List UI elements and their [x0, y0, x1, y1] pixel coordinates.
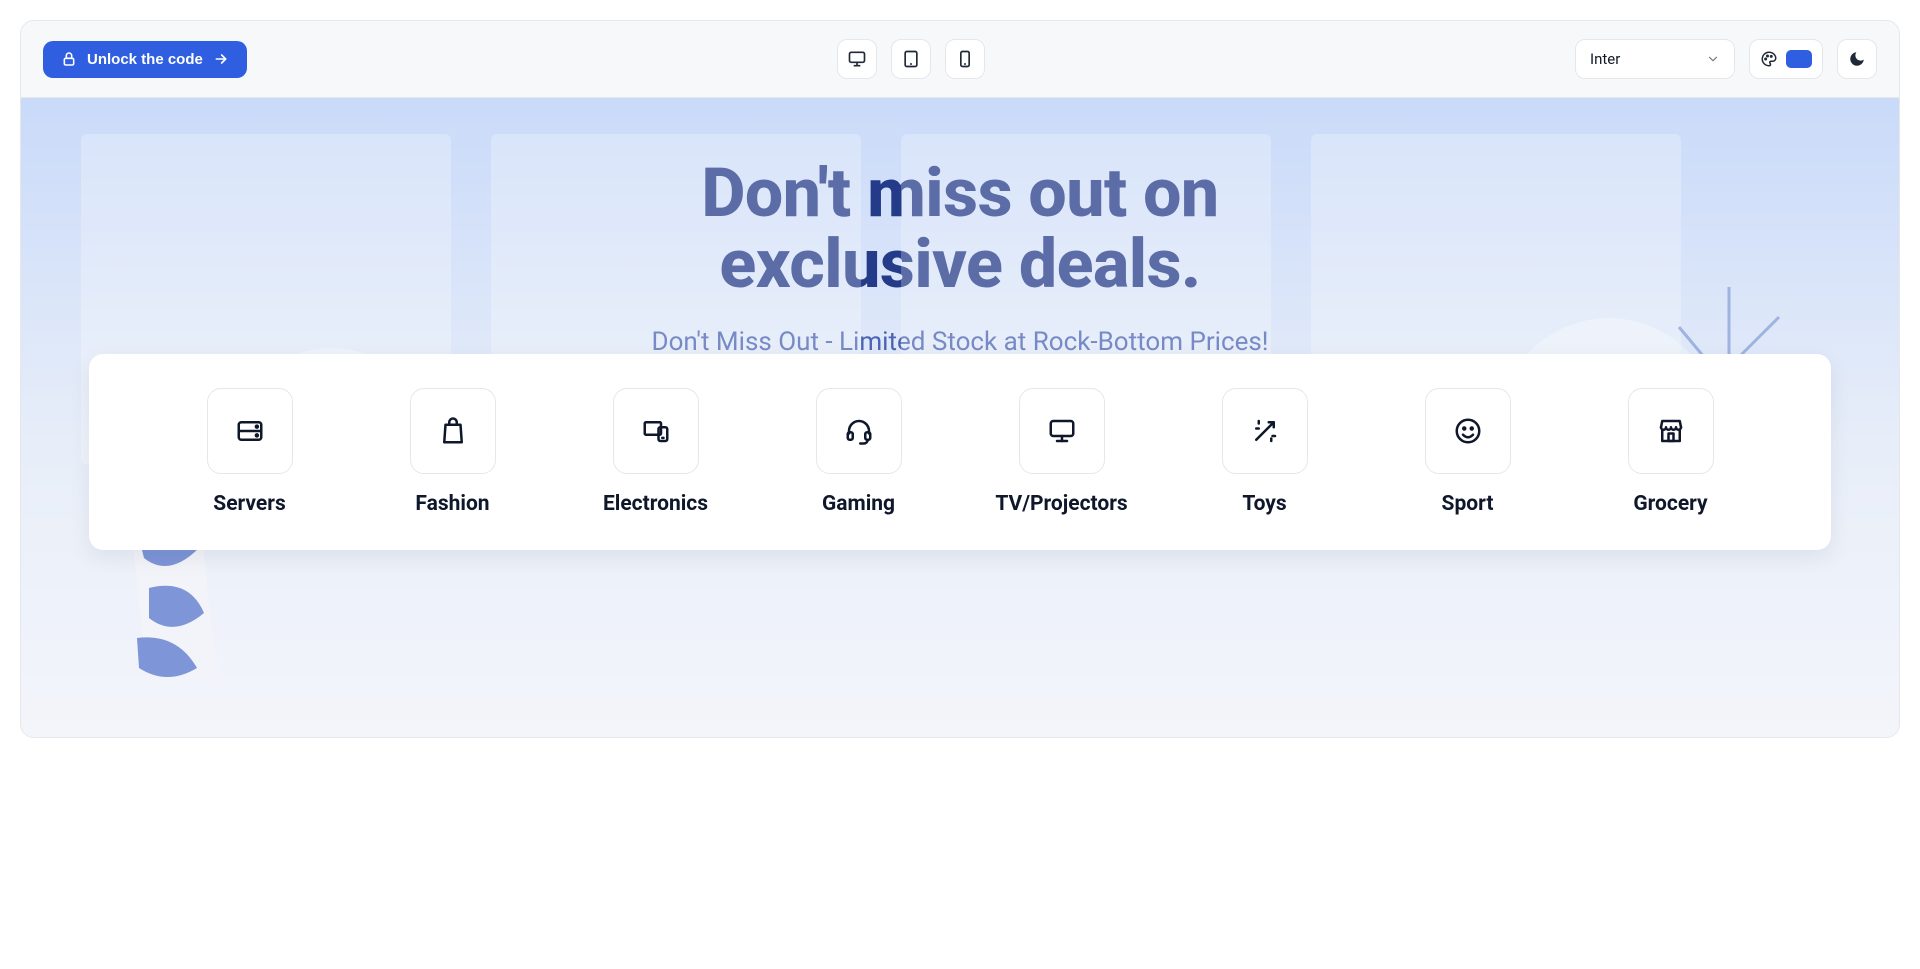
category-gaming[interactable]: Gaming [762, 388, 955, 516]
font-select[interactable]: Inter [1575, 39, 1735, 79]
category-label: Gaming [822, 492, 895, 516]
category-toys[interactable]: Toys [1168, 388, 1361, 516]
color-picker-button[interactable] [1749, 39, 1823, 79]
mobile-icon [955, 49, 975, 69]
unlock-code-label: Unlock the code [87, 51, 203, 68]
category-label: TV/Projectors [995, 492, 1127, 516]
right-toolbar-group: Inter [1575, 39, 1877, 79]
font-select-value: Inter [1590, 50, 1620, 68]
wand-icon [1222, 388, 1308, 474]
unlock-code-button[interactable]: Unlock the code [43, 41, 247, 78]
lock-icon [61, 51, 77, 67]
shopping-bag-icon [410, 388, 496, 474]
hero-subtitle: Don't Miss Out - Limited Stock at Rock-B… [41, 327, 1879, 357]
category-label: Toys [1242, 492, 1286, 516]
category-servers[interactable]: Servers [153, 388, 346, 516]
category-tv-projectors[interactable]: TV/Projectors [965, 388, 1158, 516]
arrow-right-icon [213, 51, 229, 67]
swatch-preview [1786, 50, 1812, 68]
top-toolbar: Unlock the code Inter [21, 21, 1899, 97]
category-electronics[interactable]: Electronics [559, 388, 752, 516]
tablet-view-button[interactable] [891, 39, 931, 79]
palette-icon [1760, 50, 1778, 68]
category-label: Sport [1442, 492, 1494, 516]
store-icon [1628, 388, 1714, 474]
device-preview-group [837, 39, 985, 79]
hero-title: Don't miss out on exclusive deals. [41, 158, 1879, 301]
smile-icon [1425, 388, 1511, 474]
category-label: Servers [213, 492, 285, 516]
category-sport[interactable]: Sport [1371, 388, 1564, 516]
desktop-view-button[interactable] [837, 39, 877, 79]
server-icon [207, 388, 293, 474]
hero-title-line1: Don't miss out on [701, 153, 1218, 233]
category-fashion[interactable]: Fashion [356, 388, 549, 516]
hero-title-line2: exclusive deals. [719, 224, 1200, 304]
moon-icon [1848, 50, 1866, 68]
category-label: Fashion [415, 492, 489, 516]
hero-section: Don't miss out on exclusive deals. Don't… [21, 97, 1899, 737]
category-grocery[interactable]: Grocery [1574, 388, 1767, 516]
dark-mode-button[interactable] [1837, 39, 1877, 79]
tablet-icon [901, 49, 921, 69]
chevron-down-icon [1706, 52, 1720, 66]
category-label: Grocery [1633, 492, 1707, 516]
category-card: Servers Fashion Electronics Gaming [89, 354, 1831, 550]
category-label: Electronics [603, 492, 708, 516]
monitor-icon [1019, 388, 1105, 474]
mobile-view-button[interactable] [945, 39, 985, 79]
devices-icon [613, 388, 699, 474]
desktop-icon [847, 49, 867, 69]
headset-icon [816, 388, 902, 474]
preview-frame: Unlock the code Inter [20, 20, 1900, 738]
